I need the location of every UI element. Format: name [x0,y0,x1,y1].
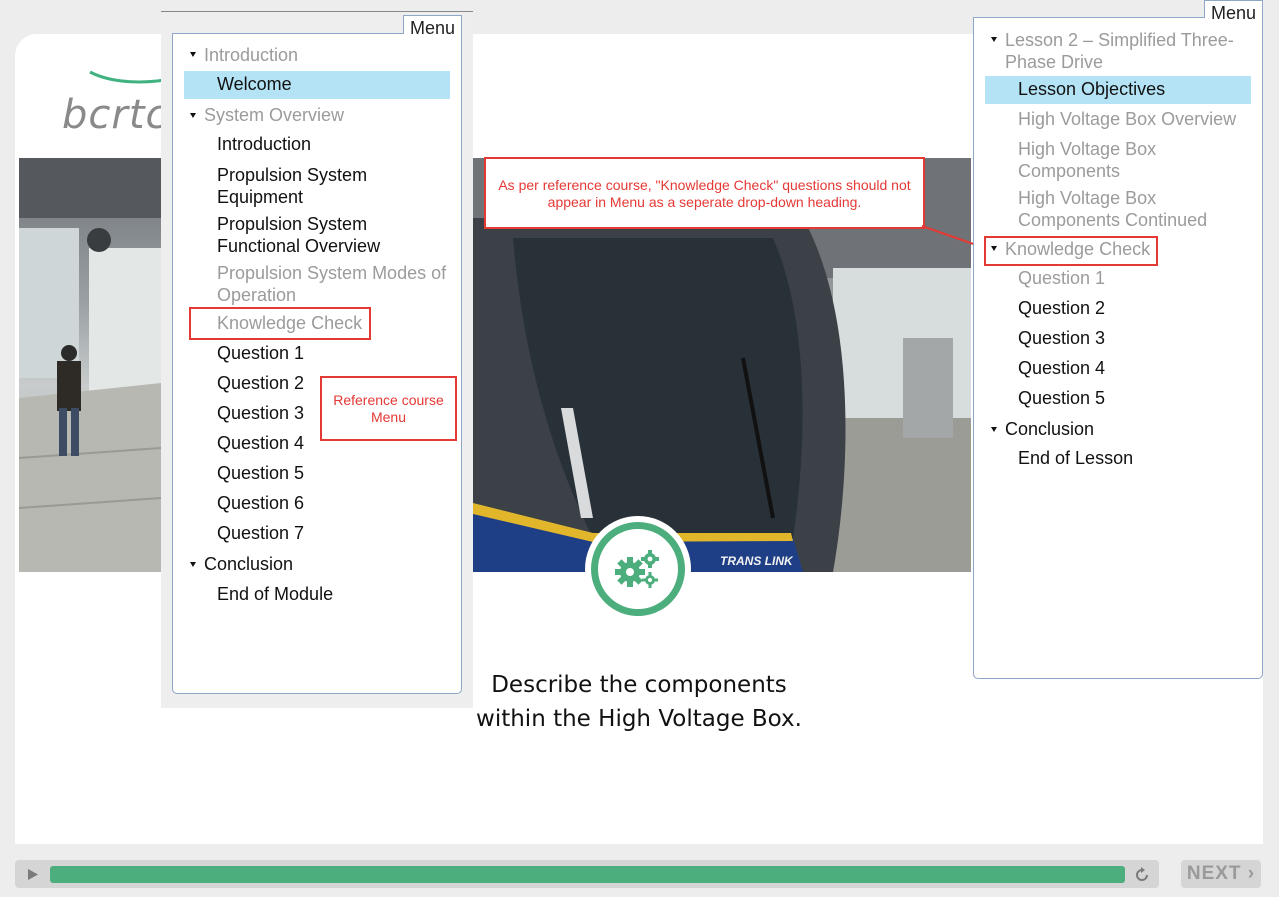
menu-item-question-6[interactable]: Question 6 [217,492,304,514]
triangle-down-icon[interactable] [190,113,196,118]
menu-item-question-1[interactable]: Question 1 [1018,267,1105,289]
menu-heading-introduction[interactable]: Introduction [204,44,298,66]
triangle-down-icon[interactable] [991,37,997,42]
next-button[interactable]: NEXT › [1181,860,1261,888]
play-icon[interactable] [27,868,39,881]
menu-item-question-4[interactable]: Question 4 [217,432,304,454]
menu-item-hv-box-overview[interactable]: High Voltage Box Overview [1018,108,1236,130]
menu-item-end-of-module[interactable]: End of Module [217,583,333,605]
annotation-knowledge-check-note: As per reference course, "Knowledge Chec… [494,177,915,211]
menu-item-question-4[interactable]: Question 4 [1018,357,1105,379]
progress-track[interactable] [50,866,1125,883]
slide-title: Describe the components within the High … [440,668,838,736]
annotation-reference-menu: Reference course Menu [324,392,453,426]
menu-item-question-5[interactable]: Question 5 [1018,387,1105,409]
menu-item-introduction[interactable]: Introduction [217,133,311,155]
menu-item-propulsion-functional[interactable]: Propulsion System Functional Overview [217,213,407,257]
menu-item-question-1[interactable]: Question 1 [217,342,304,364]
right-menu-tab[interactable]: Menu [1204,0,1263,23]
menu-item-hv-box-components-continued[interactable]: High Voltage Box Components Continued [1018,187,1218,231]
menu-item-question-2[interactable]: Question 2 [217,372,304,394]
menu-item-question-3[interactable]: Question 3 [1018,327,1105,349]
train-brand-label: TRANS LINK [720,554,793,568]
menu-item-propulsion-modes[interactable]: Propulsion System Modes of Operation [217,262,453,306]
replay-icon[interactable] [1134,867,1150,883]
triangle-down-icon[interactable] [190,562,196,567]
menu-heading-lesson-2[interactable]: Lesson 2 – Simplified Three-Phase Drive [1005,29,1250,73]
station-photo-left [19,158,161,572]
progress-fill [50,866,1125,883]
annotation-highlight-knowledge-check [984,236,1158,266]
slide-title-line-1: Describe the components [491,672,787,698]
menu-item-question-7[interactable]: Question 7 [217,522,304,544]
menu-item-welcome[interactable]: Welcome [217,73,292,95]
gear-icon [615,550,659,588]
triangle-down-icon[interactable] [991,427,997,432]
menu-heading-conclusion[interactable]: Conclusion [204,553,293,575]
menu-item-propulsion-equipment[interactable]: Propulsion System Equipment [217,164,392,208]
triangle-down-icon[interactable] [190,52,196,57]
menu-item-end-of-lesson[interactable]: End of Lesson [1018,447,1133,469]
menu-heading-system-overview[interactable]: System Overview [204,104,344,126]
left-menu-tab[interactable]: Menu [403,15,462,38]
menu-item-question-3[interactable]: Question 3 [217,402,304,424]
logo: bcrtc [62,92,169,138]
annotation-highlight-knowledge-check [189,307,371,340]
menu-item-question-5[interactable]: Question 5 [217,462,304,484]
slide-title-line-2: within the High Voltage Box. [476,706,802,732]
menu-item-lesson-objectives[interactable]: Lesson Objectives [1018,78,1165,100]
menu-item-question-2[interactable]: Question 2 [1018,297,1105,319]
menu-heading-conclusion[interactable]: Conclusion [1005,418,1094,440]
menu-item-hv-box-components[interactable]: High Voltage Box Components [1018,138,1188,182]
